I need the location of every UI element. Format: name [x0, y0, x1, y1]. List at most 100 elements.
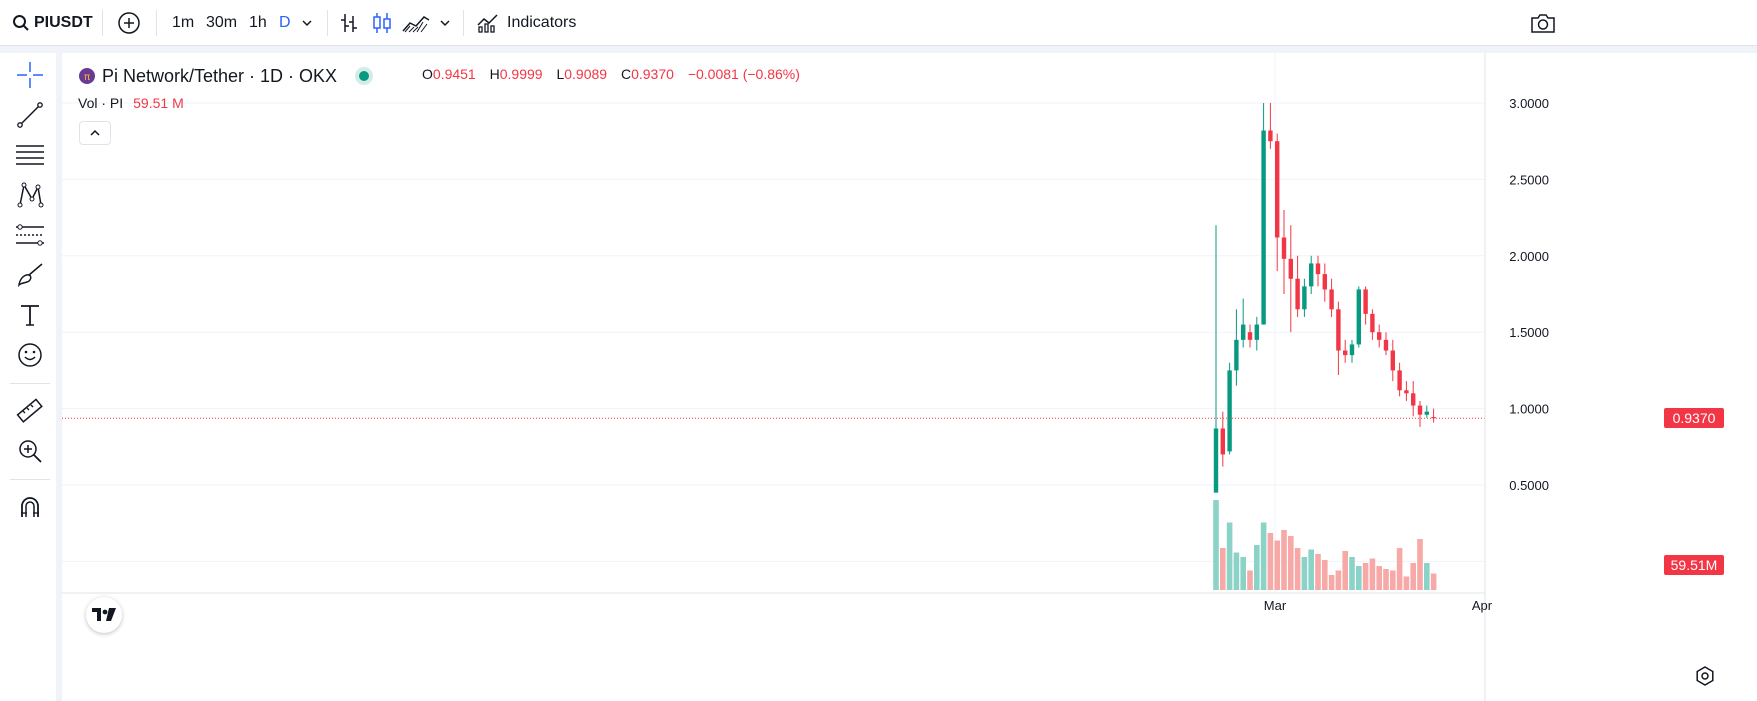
candle-body	[1268, 130, 1273, 142]
candle	[1431, 408, 1436, 423]
symbol-title[interactable]: Pi Network/Tether · 1D · OKX	[102, 66, 337, 87]
candle-body	[1343, 350, 1348, 356]
candle	[1220, 411, 1225, 467]
pattern-tool[interactable]	[12, 177, 48, 213]
candle	[1417, 400, 1423, 427]
trend-line-icon	[17, 102, 43, 128]
candle	[1322, 263, 1327, 302]
candle	[1336, 301, 1341, 375]
zoom-in-tool[interactable]	[12, 433, 48, 469]
candles-icon	[373, 13, 391, 33]
plus-circle-icon	[118, 12, 140, 34]
candle	[1424, 405, 1429, 418]
toolbar-divider	[0, 46, 1757, 53]
interval-dropdown[interactable]	[301, 0, 313, 46]
brush-tool[interactable]	[12, 257, 48, 293]
candle-body	[1309, 263, 1314, 287]
candle	[1397, 362, 1402, 397]
symbol-search[interactable]: PIUSDT	[12, 0, 93, 46]
candle-body	[1417, 405, 1423, 415]
candle	[1268, 103, 1273, 149]
ohlc-values: O0.9451 H0.9999 L0.9089 C0.9370 −0.0081 …	[422, 66, 810, 82]
candle-body	[1404, 390, 1409, 394]
magnet-tool[interactable]	[12, 489, 48, 525]
candle	[1356, 286, 1361, 348]
text-tool[interactable]	[12, 297, 48, 333]
bars-icon	[341, 14, 357, 32]
compare-add-button[interactable]	[117, 0, 141, 46]
close-value: 0.9370	[631, 66, 674, 82]
candle	[1363, 286, 1368, 325]
volume-bar	[1383, 569, 1389, 590]
candle-body	[1336, 309, 1341, 351]
candle	[1411, 381, 1416, 417]
emoji-tool[interactable]	[12, 337, 48, 373]
candle	[1370, 309, 1375, 340]
open-value: 0.9451	[432, 66, 476, 82]
candle-body	[1295, 278, 1300, 310]
candle-body	[1329, 289, 1334, 310]
candle-body	[1411, 393, 1416, 406]
snapshot-button[interactable]	[1530, 0, 1556, 46]
camera-icon	[1531, 14, 1555, 33]
fib-retracement-tool[interactable]	[12, 137, 48, 173]
market-open-dot	[359, 71, 370, 81]
candles-style-button[interactable]	[372, 0, 392, 46]
candle	[1315, 255, 1321, 287]
price-tick-label: 2.5000	[1509, 172, 1549, 187]
measure-tool[interactable]	[12, 393, 48, 429]
tradingview-logo[interactable]	[86, 597, 122, 633]
candle-body	[1227, 370, 1232, 452]
trend-line-tool[interactable]	[12, 97, 48, 133]
high-label: H	[489, 66, 500, 82]
candlestick-chart[interactable]: 3.0000 2.5000 2.0000 1.5000 1.0000 0.5000 Mar…	[62, 53, 1757, 701]
svg-text:π: π	[84, 72, 90, 83]
zoom-in-icon	[19, 440, 42, 463]
volume-bar	[1288, 536, 1294, 590]
interval-d[interactable]: D	[279, 0, 291, 46]
volume-bar	[1396, 548, 1403, 590]
volume-bar	[1301, 557, 1308, 590]
indicators-button[interactable]: Indicators	[477, 0, 576, 46]
volume-bar	[1403, 576, 1410, 590]
candle-body	[1349, 344, 1355, 356]
price-axis: 3.0000 2.5000 2.0000 1.5000 1.0000 0.5000	[1509, 96, 1549, 493]
candle	[1213, 225, 1219, 493]
candle-body	[1377, 332, 1382, 340]
volume-bar	[1213, 500, 1219, 590]
chart-type-dropdown[interactable]	[439, 0, 451, 46]
candle-body	[1254, 324, 1259, 340]
volume-legend: Vol · PI 59.51 M	[78, 95, 184, 111]
candle-body	[1356, 289, 1361, 345]
volume-bar	[1390, 570, 1396, 590]
forecasting-tool[interactable]	[12, 217, 48, 253]
candle	[1383, 332, 1389, 356]
candles	[1213, 103, 1436, 493]
chart-settings-button[interactable]	[1690, 661, 1720, 691]
symbol-legend: π Pi Network/Tether · 1D · OKX	[78, 64, 370, 88]
candle	[1390, 339, 1395, 382]
volume-bar	[1226, 522, 1233, 590]
chart-pane[interactable]: 3.0000 2.5000 2.0000 1.5000 1.0000 0.5000 Mar…	[62, 53, 1757, 701]
volume-bar	[1328, 575, 1335, 590]
forecast-icon	[16, 224, 44, 246]
collapse-legend-button[interactable]	[79, 121, 111, 145]
interval-1h[interactable]: 1h	[249, 0, 267, 46]
crosshair-tool[interactable]	[12, 57, 48, 93]
candle-body	[1234, 339, 1239, 371]
candle	[1309, 255, 1314, 294]
price-tick-label: 1.5000	[1509, 325, 1549, 340]
candle	[1295, 255, 1300, 317]
pi-network-logo-icon: π	[79, 68, 95, 84]
volume-bar	[1322, 560, 1328, 590]
interval-30m[interactable]: 30m	[206, 0, 237, 46]
area-style-button[interactable]	[402, 0, 430, 46]
volume-bar	[1424, 563, 1430, 590]
candle	[1247, 324, 1253, 348]
interval-label: 30m	[206, 14, 238, 31]
interval-1m[interactable]: 1m	[172, 0, 194, 46]
time-tick-label: Mar	[1264, 598, 1287, 613]
bars-style-button[interactable]	[339, 0, 359, 46]
change-value: −0.0081 (−0.86%)	[687, 66, 800, 82]
volume-bar	[1281, 530, 1287, 590]
